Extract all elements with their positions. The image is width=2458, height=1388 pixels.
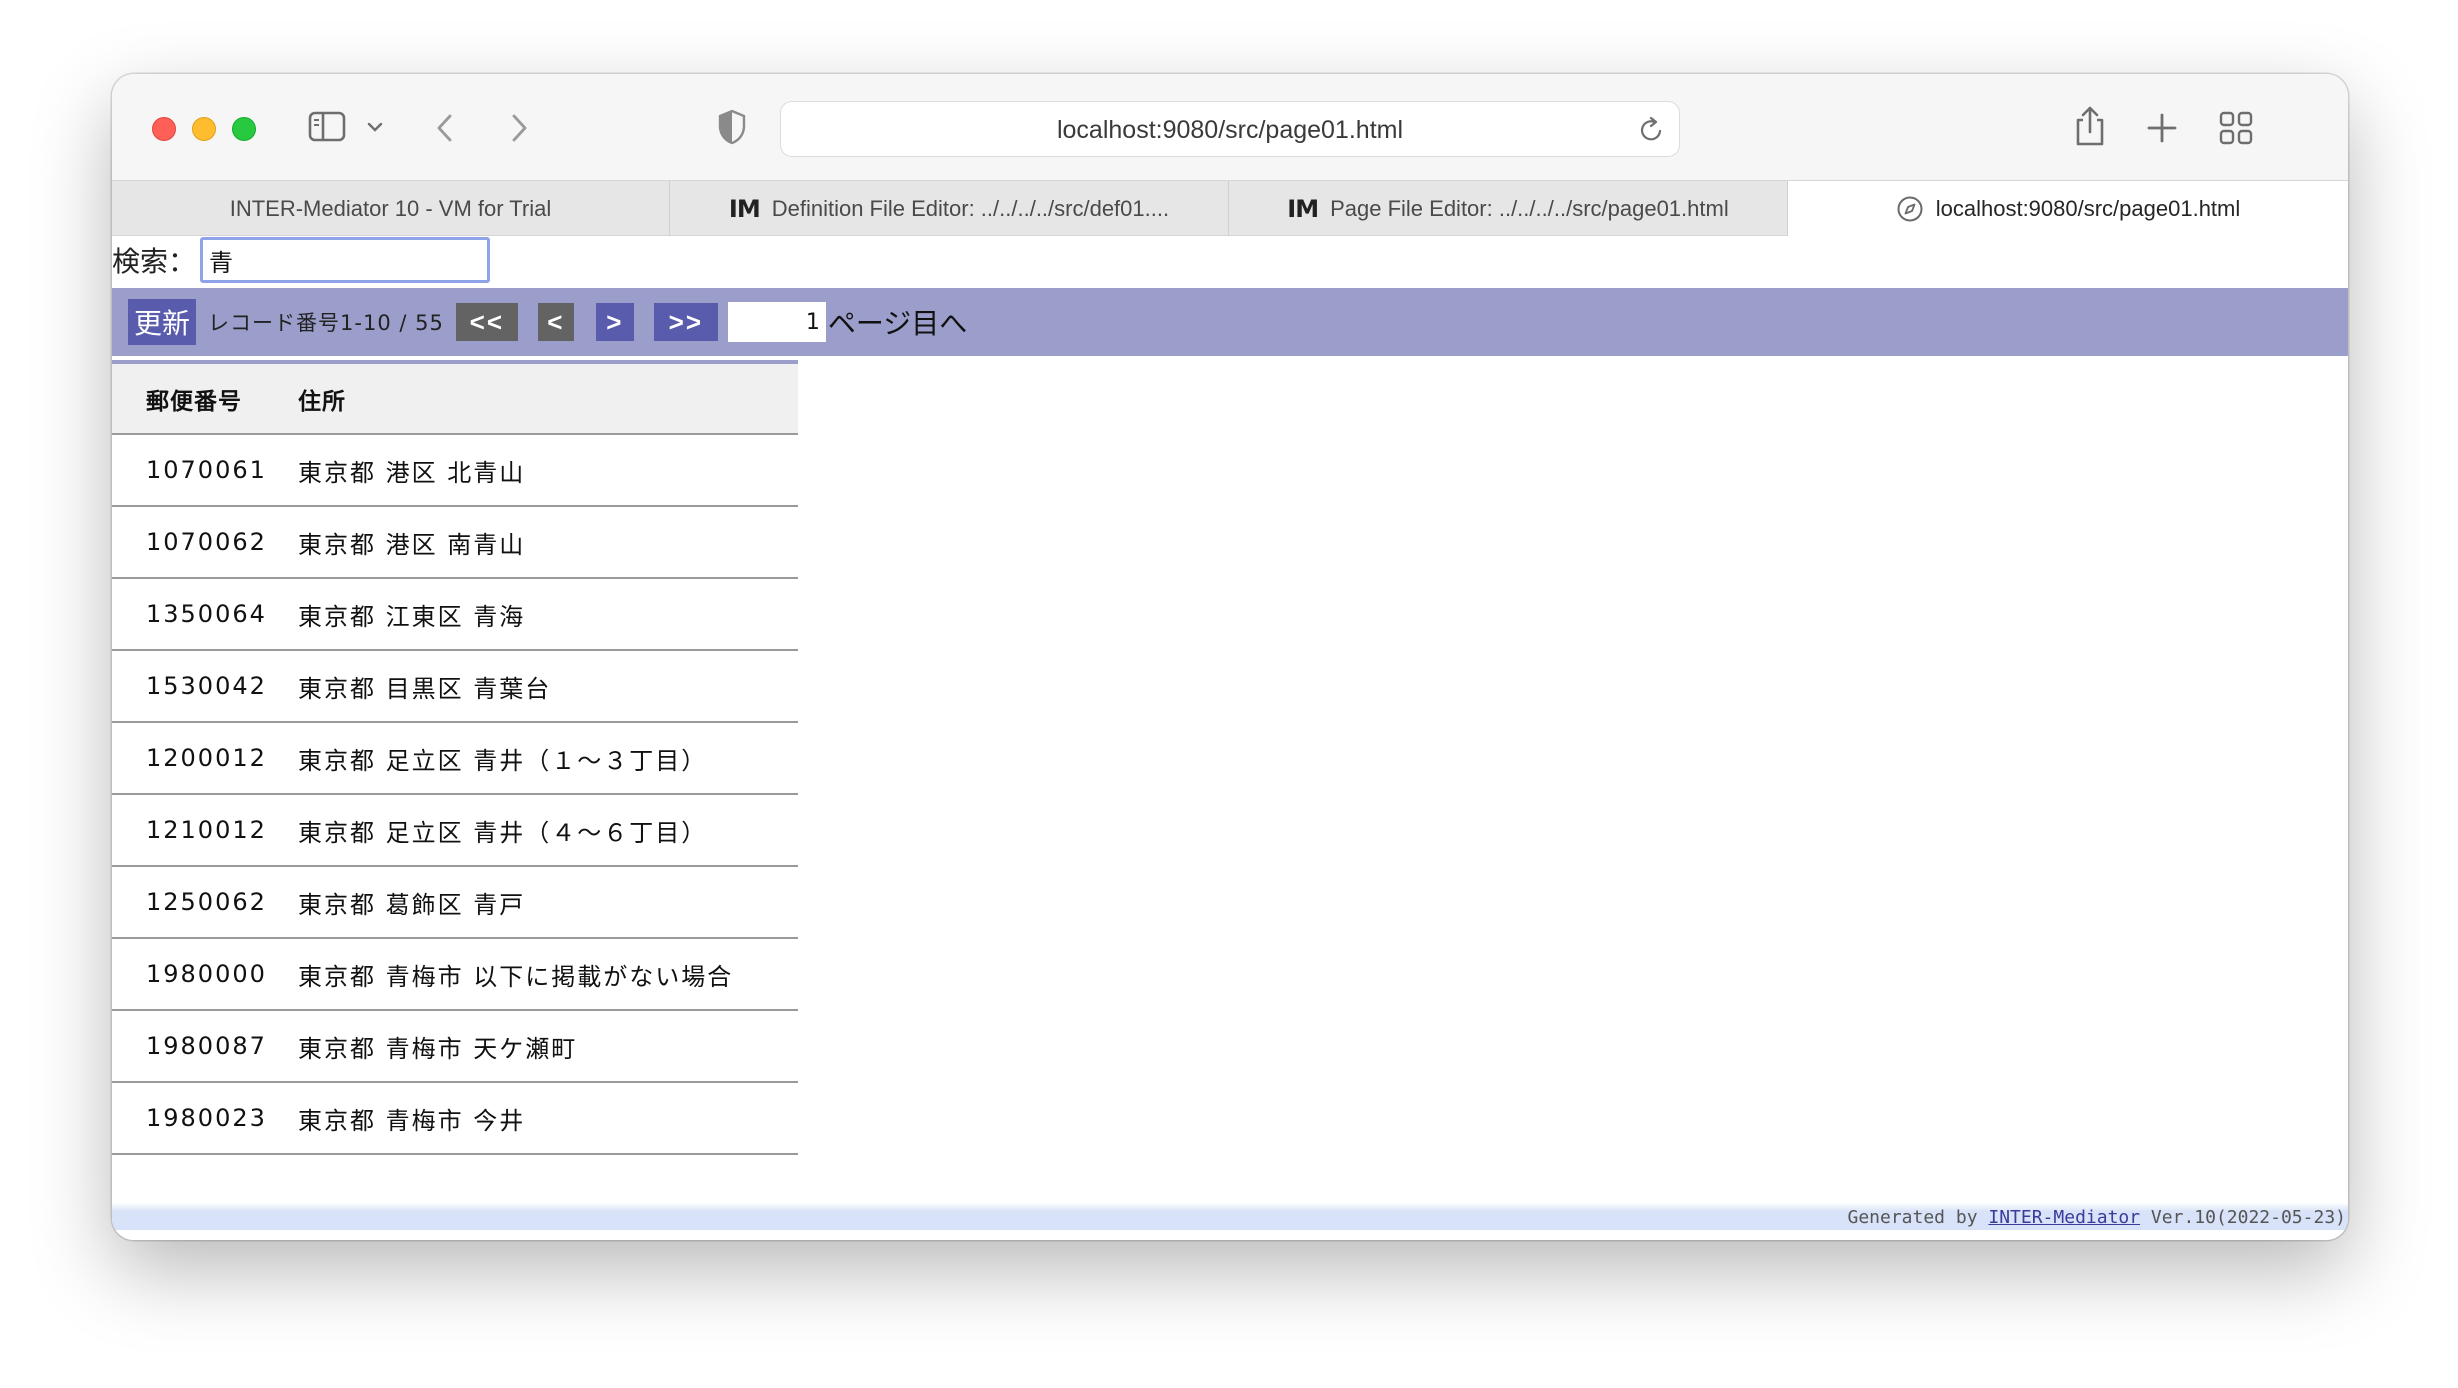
footer: Generated by INTER-Mediator Ver.10(2022-… (112, 1202, 2348, 1230)
tab-strip: INTER-Mediator 10 - VM for Trial IM Defi… (112, 180, 2348, 236)
postal-code-cell: 1530042 (112, 650, 298, 723)
back-icon[interactable] (434, 112, 456, 144)
minimize-window-button[interactable] (192, 117, 216, 141)
title-bar: localhost:9080/src/page01.html (112, 74, 2348, 180)
tab-label: localhost:9080/src/page01.html (1935, 195, 2241, 221)
column-header-address: 住所 (298, 362, 798, 435)
tab-definition-file-editor[interactable]: IM Definition File Editor: ../../../../s… (670, 181, 1229, 236)
column-header-postal-code: 郵便番号 (112, 362, 298, 435)
table-row: 1980000 東京都 青梅市 以下に掲載がない場合 (112, 938, 798, 1011)
postal-code-cell: 1350064 (112, 578, 298, 651)
address-cell: 東京都 青梅市 今井 (298, 1082, 798, 1155)
chevron-down-icon[interactable] (366, 120, 384, 134)
table-row: 1210012 東京都 足立区 青井（４～６丁目） (112, 794, 798, 867)
table-row: 1250062 東京都 葛飾区 青戸 (112, 866, 798, 939)
previous-page-button[interactable]: < (537, 303, 574, 341)
tab-inter-mediator-vm[interactable]: INTER-Mediator 10 - VM for Trial (112, 181, 670, 236)
postal-code-cell: 1200012 (112, 722, 298, 795)
tab-overview-icon[interactable] (2218, 110, 2254, 146)
address-cell: 東京都 港区 南青山 (298, 506, 798, 579)
tab-label: Page File Editor: ../../../../src/page01… (1330, 195, 1729, 221)
postal-code-cell: 1980000 (112, 938, 298, 1011)
page-number-input[interactable] (727, 302, 826, 342)
address-cell: 東京都 港区 北青山 (298, 434, 798, 507)
postal-code-cell: 1980087 (112, 1010, 298, 1083)
address-cell: 東京都 青梅市 以下に掲載がない場合 (298, 938, 798, 1011)
sidebar-icon[interactable] (308, 110, 348, 144)
pagination-navigator: 更新 レコード番号1-10 / 55 << < > >> ページ目へ (112, 288, 2348, 356)
new-tab-icon[interactable] (2146, 112, 2178, 144)
address-cell: 東京都 足立区 青井（１～３丁目） (298, 722, 798, 795)
postal-code-cell: 1070061 (112, 434, 298, 507)
footer-prefix: Generated by (1847, 1207, 1989, 1228)
search-row: 検索： (112, 236, 491, 284)
table-row: 1530042 東京都 目黒区 青葉台 (112, 650, 798, 723)
next-page-button[interactable]: > (595, 303, 634, 341)
page-jump-label: ページ目へ (827, 307, 968, 340)
search-label: 検索： (112, 245, 197, 278)
url-text: localhost:9080/src/page01.html (1056, 116, 1404, 144)
tab-label: Definition File Editor: ../../../../src/… (771, 195, 1170, 221)
page-content: 検索： 更新 レコード番号1-10 / 55 << < > >> ページ目へ 郵… (112, 236, 2348, 1240)
address-bar[interactable]: localhost:9080/src/page01.html (780, 101, 1680, 157)
browser-window: localhost:9080/src/page01.html INTER-Med… (112, 74, 2348, 1240)
postal-code-cell: 1980023 (112, 1082, 298, 1155)
postal-code-cell: 1210012 (112, 794, 298, 867)
tab-page-file-editor[interactable]: IM Page File Editor: ../../../../src/pag… (1229, 181, 1788, 236)
postal-code-cell: 1250062 (112, 866, 298, 939)
reload-icon[interactable] (1639, 116, 1665, 144)
privacy-shield-icon[interactable] (716, 108, 748, 146)
update-button[interactable]: 更新 (128, 299, 197, 345)
zoom-window-button[interactable] (232, 117, 256, 141)
table-row: 1980023 東京都 青梅市 今井 (112, 1082, 798, 1155)
inter-mediator-icon: IM (1287, 194, 1319, 223)
address-cell: 東京都 葛飾区 青戸 (298, 866, 798, 939)
table-header-row: 郵便番号 住所 (112, 362, 798, 435)
address-table: 郵便番号 住所 1070061 東京都 港区 北青山 1070062 東京都 港区 … (112, 360, 798, 1155)
address-cell: 東京都 江東区 青海 (298, 578, 798, 651)
table-row: 1200012 東京都 足立区 青井（１～３丁目） (112, 722, 798, 795)
share-icon[interactable] (2072, 104, 2108, 148)
address-cell: 東京都 青梅市 天ケ瀬町 (298, 1010, 798, 1083)
forward-icon[interactable] (508, 112, 530, 144)
table-row: 1350064 東京都 江東区 青海 (112, 578, 798, 651)
address-cell: 東京都 目黒区 青葉台 (298, 650, 798, 723)
search-input[interactable] (200, 237, 491, 283)
compass-icon (1897, 196, 1923, 221)
record-count-info: レコード番号1-10 / 55 (208, 311, 444, 335)
table-row: 1980087 東京都 青梅市 天ケ瀬町 (112, 1010, 798, 1083)
inter-mediator-icon: IM (728, 194, 761, 223)
table-row: 1070061 東京都 港区 北青山 (112, 434, 798, 507)
postal-code-cell: 1070062 (112, 506, 298, 579)
first-page-button[interactable]: << (455, 303, 518, 341)
table-row: 1070062 東京都 港区 南青山 (112, 506, 798, 579)
tab-localhost-page01[interactable]: localhost:9080/src/page01.html (1788, 181, 2348, 236)
close-window-button[interactable] (152, 117, 176, 141)
address-cell: 東京都 足立区 青井（４～６丁目） (298, 794, 798, 867)
footer-version: Ver.10(2022-05-23) (2140, 1207, 2346, 1228)
tab-label: INTER-Mediator 10 - VM for Trial (229, 195, 552, 221)
inter-mediator-link[interactable]: INTER-Mediator (1988, 1207, 2140, 1228)
last-page-button[interactable]: >> (653, 303, 718, 341)
